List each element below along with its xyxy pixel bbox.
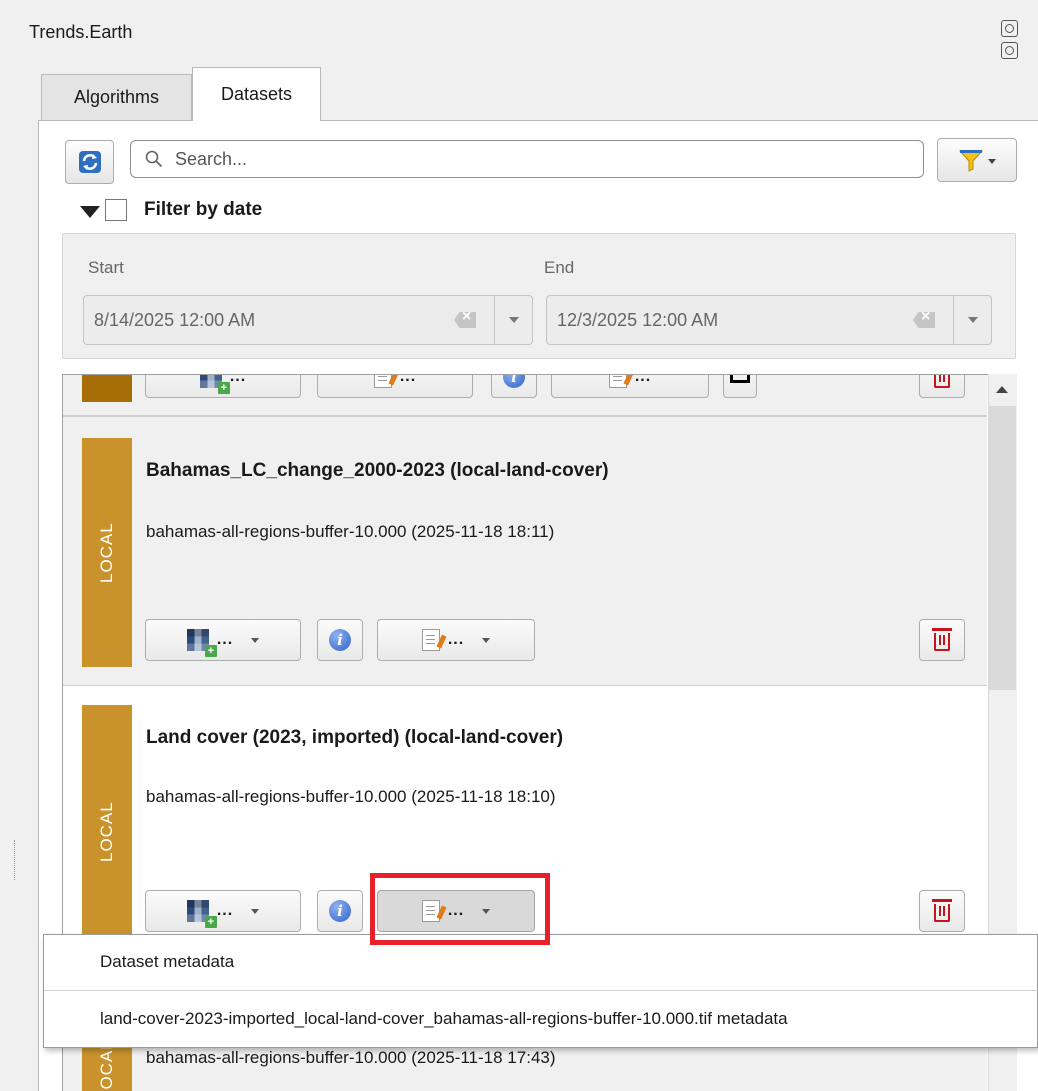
search-icon bbox=[145, 150, 163, 168]
refresh-icon bbox=[78, 151, 101, 173]
highlight-box bbox=[370, 873, 550, 945]
info-button[interactable]: i bbox=[317, 890, 363, 932]
start-date-label: Start bbox=[88, 258, 124, 277]
tab-label: Algorithms bbox=[73, 87, 160, 107]
trash-icon bbox=[932, 628, 952, 651]
add-layer-button[interactable]: ... bbox=[145, 619, 301, 661]
filter-icon bbox=[958, 150, 984, 172]
dataset-subtitle: bahamas-all-regions-buffer-10.000 (2025-… bbox=[146, 522, 555, 541]
filter-by-date-label[interactable]: Filter by date bbox=[144, 199, 262, 221]
refresh-button[interactable] bbox=[65, 140, 114, 184]
clear-icon[interactable] bbox=[454, 312, 476, 328]
map-icon bbox=[730, 375, 750, 383]
chevron-down-icon bbox=[251, 637, 260, 643]
splitter-handle[interactable] bbox=[14, 840, 17, 880]
delete-button[interactable] bbox=[919, 375, 965, 398]
end-date-value: 12/3/2025 12:00 AM bbox=[557, 309, 719, 330]
chevron-down-icon bbox=[251, 908, 260, 914]
menu-separator bbox=[44, 990, 1038, 991]
end-date-field[interactable]: 12/3/2025 12:00 AM bbox=[546, 295, 992, 345]
clear-icon[interactable] bbox=[913, 312, 935, 328]
metadata-menu: Dataset metadata land-cover-2023-importe… bbox=[43, 934, 1038, 1048]
load-button[interactable]: ... bbox=[317, 375, 473, 398]
info-icon: i bbox=[503, 375, 525, 388]
info-button[interactable]: i bbox=[317, 619, 363, 661]
scroll-thumb[interactable] bbox=[989, 406, 1016, 690]
dataset-subtitle: bahamas-all-regions-buffer-10.000 (2025-… bbox=[146, 787, 556, 806]
info-icon: i bbox=[329, 629, 351, 651]
search-input[interactable] bbox=[173, 147, 873, 171]
tab-datasets[interactable]: Datasets bbox=[192, 67, 321, 121]
metadata-button[interactable]: ... bbox=[551, 375, 709, 398]
metadata-icon bbox=[421, 629, 440, 651]
delete-button[interactable] bbox=[919, 619, 965, 661]
badge-strip bbox=[82, 375, 132, 402]
float-panel-icon[interactable] bbox=[1001, 20, 1018, 37]
chevron-down-icon bbox=[482, 637, 491, 643]
scroll-up-icon[interactable] bbox=[996, 386, 1008, 393]
add-layer-icon bbox=[186, 629, 217, 657]
end-date-dropdown[interactable] bbox=[953, 296, 991, 344]
add-layer-button[interactable]: ... bbox=[145, 890, 301, 932]
add-layer-icon bbox=[199, 375, 230, 394]
tab-algorithms[interactable]: Algorithms bbox=[41, 74, 192, 120]
panel-title: Trends.Earth bbox=[29, 22, 133, 42]
search-field[interactable] bbox=[130, 140, 924, 178]
metadata-icon bbox=[608, 375, 627, 388]
dataset-title: Land cover (2023, imported) (local-land-… bbox=[146, 727, 564, 748]
panel-title-buttons[interactable] bbox=[1001, 20, 1038, 59]
map-button[interactable] bbox=[723, 375, 757, 398]
badge-strip: LOCAL bbox=[82, 705, 132, 959]
dataset-card[interactable]: ... ... i ... bbox=[63, 375, 987, 416]
dataset-title: Bahamas_LC_change_2000-2023 (local-land-… bbox=[146, 460, 609, 481]
filter-menu-button[interactable] bbox=[937, 138, 1017, 182]
collapse-arrow-icon[interactable] bbox=[80, 206, 100, 218]
chevron-down-icon bbox=[508, 317, 519, 323]
add-layer-button[interactable]: ... bbox=[145, 375, 301, 398]
trash-icon bbox=[934, 375, 950, 388]
end-date-label: End bbox=[544, 258, 575, 277]
filter-by-date-checkbox[interactable] bbox=[105, 199, 127, 221]
delete-button[interactable] bbox=[919, 890, 965, 932]
menu-item-file-metadata[interactable]: land-cover-2023-imported_local-land-cove… bbox=[44, 992, 1038, 1046]
start-date-field[interactable]: 8/14/2025 12:00 AM bbox=[83, 295, 533, 345]
file-icon bbox=[373, 375, 392, 388]
start-date-value: 8/14/2025 12:00 AM bbox=[94, 309, 256, 330]
local-badge: LOCAL bbox=[97, 522, 116, 583]
info-button[interactable]: i bbox=[491, 375, 537, 398]
add-layer-icon bbox=[186, 900, 217, 928]
start-date-dropdown[interactable] bbox=[494, 296, 532, 344]
metadata-button[interactable]: ... bbox=[377, 619, 535, 661]
chevron-down-icon bbox=[967, 317, 978, 323]
tab-label: Datasets bbox=[220, 84, 293, 104]
local-badge: LOCAL bbox=[97, 801, 116, 863]
badge-strip: LOCAL bbox=[82, 438, 132, 667]
dataset-card[interactable]: LOCAL Bahamas_LC_change_2000-2023 (local… bbox=[63, 416, 987, 686]
info-icon: i bbox=[329, 900, 351, 922]
close-panel-icon[interactable] bbox=[1001, 42, 1018, 59]
dataset-subtitle: bahamas-all-regions-buffer-10.000 (2025-… bbox=[146, 1048, 556, 1067]
trash-icon bbox=[932, 899, 952, 922]
chevron-down-icon bbox=[988, 158, 996, 164]
